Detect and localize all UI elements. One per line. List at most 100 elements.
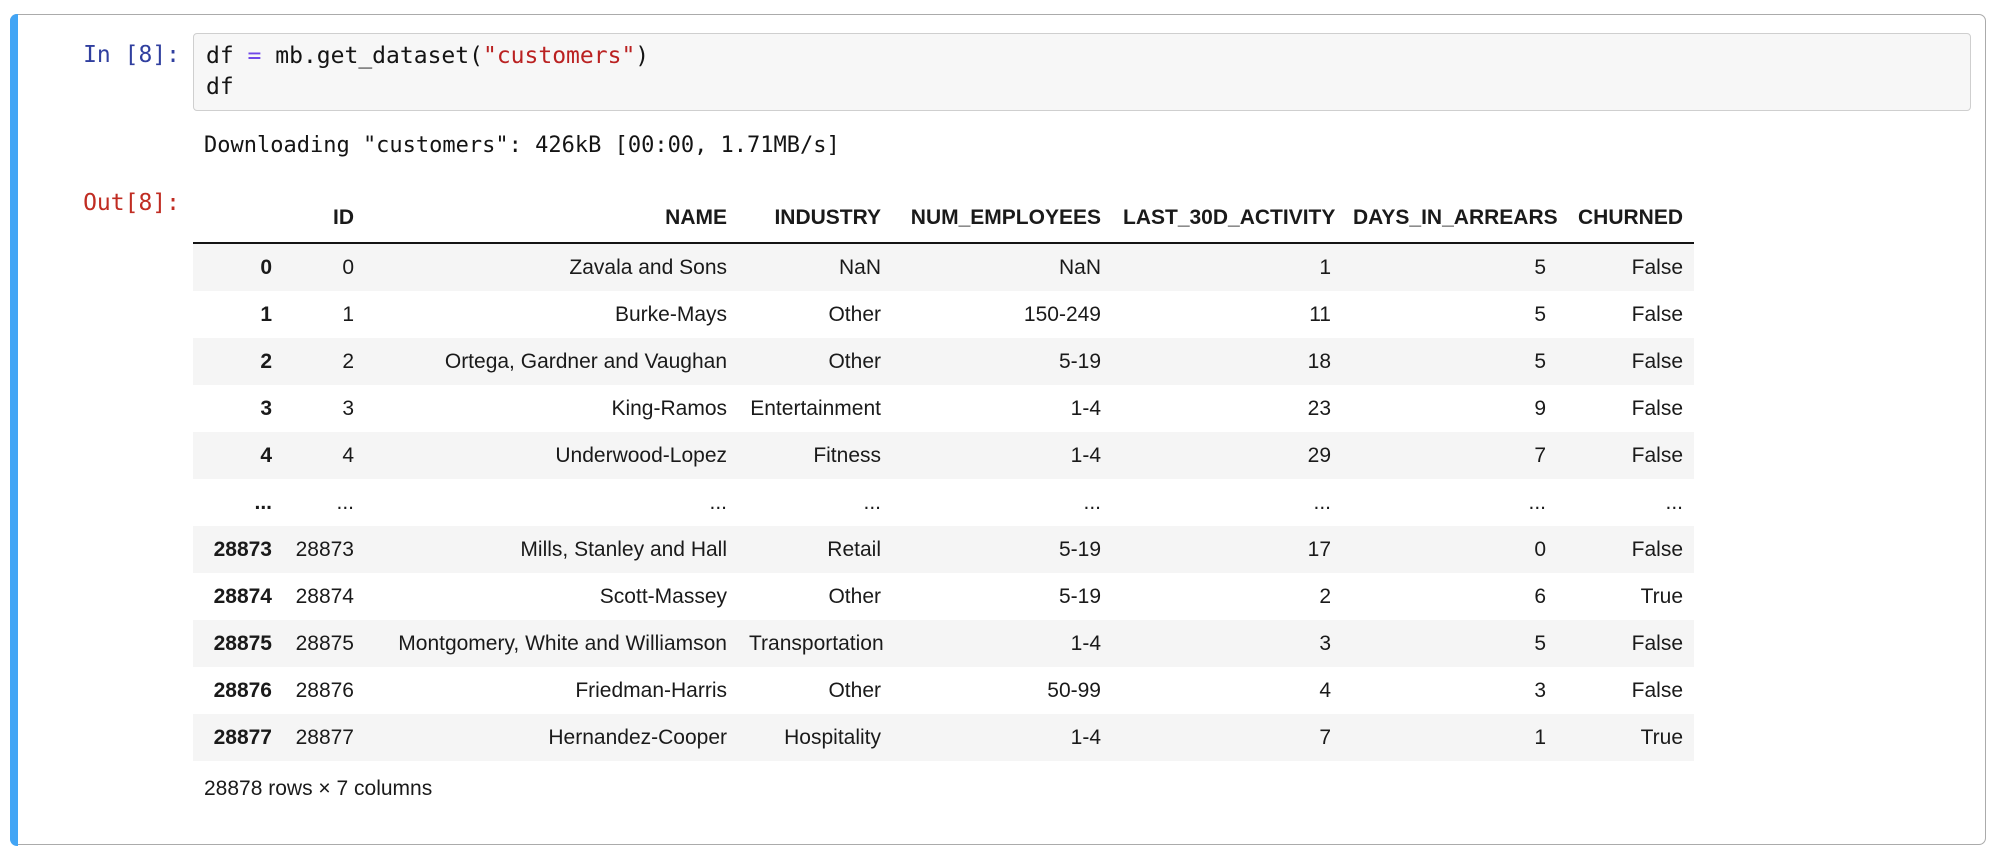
table-row: 00Zavala and SonsNaNNaN15False: [193, 243, 1694, 291]
table-cell: 4: [283, 432, 365, 479]
column-header: CHURNED: [1557, 182, 1694, 243]
table-cell: 28874: [283, 573, 365, 620]
column-header: NUM_EMPLOYEES: [892, 182, 1112, 243]
table-cell: Underwood-Lopez: [365, 432, 738, 479]
table-cell: False: [1557, 385, 1694, 432]
table-cell: 11: [1112, 291, 1342, 338]
row-index: 2: [193, 338, 283, 385]
table-cell: NaN: [892, 243, 1112, 291]
table-cell: 29: [1112, 432, 1342, 479]
dataframe-table: IDNAMEINDUSTRYNUM_EMPLOYEESLAST_30D_ACTI…: [193, 182, 1694, 761]
table-cell: 1: [283, 291, 365, 338]
table-cell: 28876: [283, 667, 365, 714]
row-index: 28875: [193, 620, 283, 667]
table-cell: False: [1557, 338, 1694, 385]
table-cell: 1-4: [892, 620, 1112, 667]
table-cell: False: [1557, 667, 1694, 714]
table-cell: 28873: [283, 526, 365, 573]
code-editor[interactable]: df = mb.get_dataset("customers")df: [193, 33, 1971, 111]
table-cell: False: [1557, 620, 1694, 667]
table-cell: 23: [1112, 385, 1342, 432]
dataframe-shape: 28878 rows × 7 columns: [193, 777, 1971, 801]
table-cell: Transportation: [738, 620, 892, 667]
table-cell: 5: [1342, 291, 1557, 338]
table-row: ........................: [193, 479, 1694, 526]
column-header: LAST_30D_ACTIVITY: [1112, 182, 1342, 243]
table-cell: Other: [738, 338, 892, 385]
table-cell: 150-249: [892, 291, 1112, 338]
stdout-output: Downloading "customers": 426kB [00:00, 1…: [193, 133, 1971, 158]
table-cell: Retail: [738, 526, 892, 573]
table-cell: Scott-Massey: [365, 573, 738, 620]
row-index: 0: [193, 243, 283, 291]
input-prompt: In [8]:: [18, 33, 193, 68]
table-cell: 1-4: [892, 385, 1112, 432]
table-body: 00Zavala and SonsNaNNaN15False11Burke-Ma…: [193, 243, 1694, 761]
table-cell: 3: [1342, 667, 1557, 714]
table-cell: 5-19: [892, 338, 1112, 385]
table-cell: Burke-Mays: [365, 291, 738, 338]
table-cell: False: [1557, 526, 1694, 573]
table-cell: Friedman-Harris: [365, 667, 738, 714]
table-cell: 5-19: [892, 573, 1112, 620]
table-cell: 1: [1342, 714, 1557, 761]
table-cell: ...: [892, 479, 1112, 526]
table-cell: 1-4: [892, 432, 1112, 479]
cell-selection-indicator[interactable]: [10, 14, 18, 846]
table-row: 2887328873Mills, Stanley and HallRetail5…: [193, 526, 1694, 573]
table-cell: False: [1557, 291, 1694, 338]
table-cell: 1: [1112, 243, 1342, 291]
row-index: ...: [193, 479, 283, 526]
table-cell: 6: [1342, 573, 1557, 620]
table-cell: 2: [1112, 573, 1342, 620]
column-header: INDUSTRY: [738, 182, 892, 243]
output-content: IDNAMEINDUSTRYNUM_EMPLOYEESLAST_30D_ACTI…: [193, 182, 1971, 825]
table-cell: 3: [283, 385, 365, 432]
code-line: df: [206, 72, 1958, 103]
row-index: 28877: [193, 714, 283, 761]
table-row: 2887528875Montgomery, White and Williams…: [193, 620, 1694, 667]
table-cell: 0: [1342, 526, 1557, 573]
table-cell: True: [1557, 573, 1694, 620]
cell-content: In [8]: df = mb.get_dataset("customers")…: [11, 15, 1985, 825]
table-row: 22Ortega, Gardner and VaughanOther5-1918…: [193, 338, 1694, 385]
header-row: IDNAMEINDUSTRYNUM_EMPLOYEESLAST_30D_ACTI…: [193, 182, 1694, 243]
table-cell: 5: [1342, 620, 1557, 667]
table-cell: 17: [1112, 526, 1342, 573]
table-row: 2887728877Hernandez-CooperHospitality1-4…: [193, 714, 1694, 761]
table-cell: ...: [1342, 479, 1557, 526]
table-cell: True: [1557, 714, 1694, 761]
table-cell: Hernandez-Cooper: [365, 714, 738, 761]
table-cell: Other: [738, 573, 892, 620]
row-index: 28873: [193, 526, 283, 573]
table-cell: 50-99: [892, 667, 1112, 714]
table-cell: Other: [738, 291, 892, 338]
table-cell: Hospitality: [738, 714, 892, 761]
output-prompt: Out[8]:: [18, 182, 193, 216]
table-cell: 2: [283, 338, 365, 385]
table-cell: Mills, Stanley and Hall: [365, 526, 738, 573]
table-cell: 1-4: [892, 714, 1112, 761]
column-header: ID: [283, 182, 365, 243]
table-row: 11Burke-MaysOther150-249115False: [193, 291, 1694, 338]
table-cell: 5-19: [892, 526, 1112, 573]
output-area: Out[8]: IDNAMEINDUSTRYNUM_EMPLOYEESLAST_…: [18, 182, 1971, 825]
table-cell: 0: [283, 243, 365, 291]
table-cell: Fitness: [738, 432, 892, 479]
table-row: 33King-RamosEntertainment1-4239False: [193, 385, 1694, 432]
index-corner-header: [193, 182, 283, 243]
table-cell: 7: [1112, 714, 1342, 761]
notebook-cell[interactable]: In [8]: df = mb.get_dataset("customers")…: [10, 14, 1986, 845]
table-cell: False: [1557, 243, 1694, 291]
table-cell: 9: [1342, 385, 1557, 432]
code-line: df = mb.get_dataset("customers"): [206, 41, 1958, 72]
table-cell: ...: [1112, 479, 1342, 526]
table-cell: Ortega, Gardner and Vaughan: [365, 338, 738, 385]
table-cell: 5: [1342, 243, 1557, 291]
table-cell: ...: [365, 479, 738, 526]
table-cell: King-Ramos: [365, 385, 738, 432]
table-cell: 3: [1112, 620, 1342, 667]
table-cell: 28875: [283, 620, 365, 667]
column-header: DAYS_IN_ARREARS: [1342, 182, 1557, 243]
table-row: 44Underwood-LopezFitness1-4297False: [193, 432, 1694, 479]
